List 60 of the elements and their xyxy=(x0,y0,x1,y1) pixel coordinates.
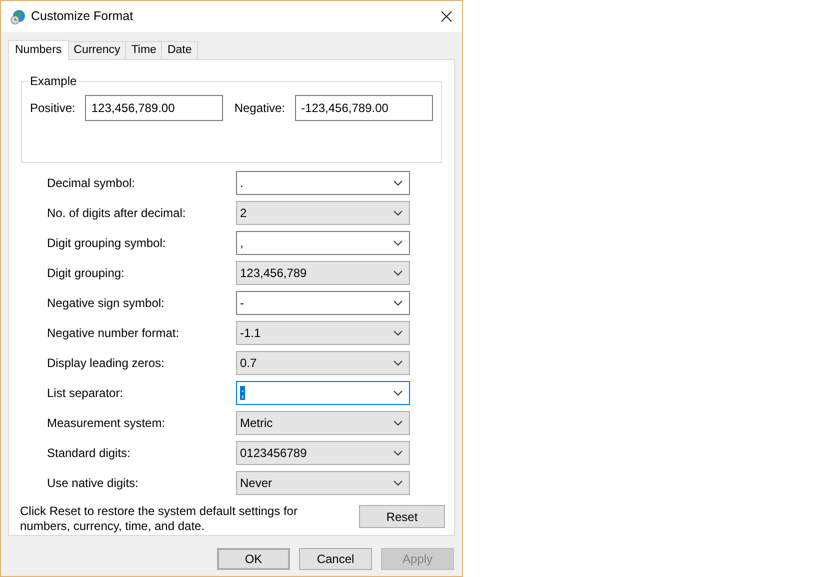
chevron-down-icon xyxy=(393,240,403,246)
chevron-down-icon xyxy=(393,450,403,456)
dropdown[interactable]: Metric xyxy=(236,411,410,435)
setting-label: List separator: xyxy=(47,385,124,402)
dropdown-value: Never xyxy=(240,475,274,491)
setting-label: No. of digits after decimal: xyxy=(47,205,187,222)
dropdown-value: Metric xyxy=(240,415,274,431)
dropdown[interactable]: 0.7 xyxy=(236,351,410,375)
dropdown[interactable]: . xyxy=(236,171,410,195)
setting-label: Negative sign symbol: xyxy=(47,295,166,312)
dropdown[interactable]: - xyxy=(236,291,410,315)
window-title: Customize Format xyxy=(31,8,134,26)
chevron-down-icon xyxy=(393,210,403,216)
chevron-down-icon xyxy=(393,360,403,366)
chevron-down-icon xyxy=(393,390,403,396)
dropdown-value: 2 xyxy=(240,205,248,221)
group-title: Example xyxy=(28,74,79,88)
dropdown[interactable]: , xyxy=(236,231,410,255)
reset-button[interactable]: Reset xyxy=(359,505,445,528)
setting-label: Digit grouping symbol: xyxy=(47,235,167,252)
tab[interactable]: Time xyxy=(126,41,162,59)
dropdown[interactable]: 0123456789 xyxy=(236,441,410,465)
dialog-button[interactable]: Cancel xyxy=(299,548,372,570)
field-label: Negative: xyxy=(234,100,286,117)
close-icon[interactable] xyxy=(441,11,452,22)
globe-icon xyxy=(10,8,26,24)
dropdown[interactable]: -1.1 xyxy=(236,321,410,345)
dropdown-value: 0123456789 xyxy=(240,445,308,461)
dropdown-value: -1.1 xyxy=(240,325,262,341)
dropdown-value: . xyxy=(240,175,244,191)
chevron-down-icon xyxy=(393,270,403,276)
chevron-down-icon xyxy=(393,480,403,486)
negative-field[interactable]: -123,456,789.00 xyxy=(295,95,433,121)
setting-label: Decimal symbol: xyxy=(47,175,136,192)
dropdown[interactable]: 123,456,789 xyxy=(236,261,410,285)
chevron-down-icon xyxy=(393,180,403,186)
setting-label: Negative number format: xyxy=(47,325,180,342)
setting-label: Display leading zeros: xyxy=(47,355,166,372)
dropdown-value: 123,456,789 xyxy=(240,265,308,281)
dropdown-value: 0.7 xyxy=(240,355,258,371)
dropdown-value: , xyxy=(240,235,244,251)
dialog-button[interactable]: OK xyxy=(217,548,290,570)
tab[interactable]: Numbers xyxy=(8,40,69,60)
positive-field[interactable]: 123,456,789.00 xyxy=(85,95,224,121)
tab[interactable]: Date xyxy=(162,41,198,59)
reset-note: Click Reset to restore the system default settings for numbers, currency, time, and date. xyxy=(20,504,298,534)
dropdown-value: - xyxy=(240,295,245,311)
dropdown[interactable]: ; xyxy=(236,381,410,405)
setting-label: Standard digits: xyxy=(47,445,132,462)
setting-label: Use native digits: xyxy=(47,475,140,492)
chevron-down-icon xyxy=(393,420,403,426)
field-label: Positive: xyxy=(30,100,76,117)
dropdown[interactable]: 2 xyxy=(236,201,410,225)
tab[interactable]: Currency xyxy=(68,41,126,59)
setting-label: Digit grouping: xyxy=(47,265,126,282)
dropdown-value: ; xyxy=(240,385,246,401)
setting-label: Measurement system: xyxy=(47,415,166,432)
chevron-down-icon xyxy=(393,330,403,336)
chevron-down-icon xyxy=(393,300,403,306)
dropdown[interactable]: Never xyxy=(236,471,410,495)
